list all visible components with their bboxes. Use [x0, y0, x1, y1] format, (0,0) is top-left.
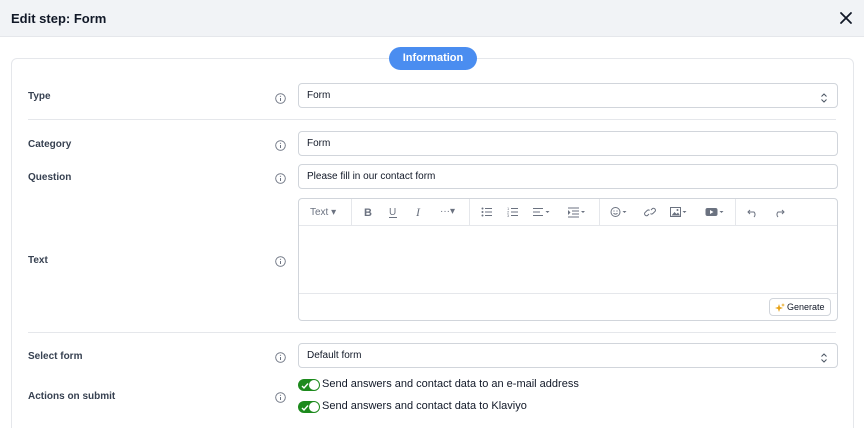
more-formatting-icon[interactable]: ···▾ — [440, 206, 455, 220]
editor-footer-divider — [299, 293, 837, 294]
info-icon[interactable] — [275, 254, 286, 267]
select-form-value: Default form — [307, 350, 362, 361]
redo-icon[interactable] — [773, 205, 785, 219]
category-label: Category — [28, 139, 72, 150]
info-icon[interactable] — [275, 390, 286, 403]
generate-button[interactable]: Generate — [769, 298, 831, 316]
info-icon[interactable] — [275, 91, 286, 104]
chevron-updown-icon — [820, 350, 828, 363]
actions-on-submit-label: Actions on submit — [28, 391, 116, 402]
category-input[interactable]: Form — [298, 131, 838, 156]
align-icon[interactable] — [533, 205, 551, 219]
check-icon — [301, 381, 309, 393]
svg-text:3: 3 — [507, 213, 510, 218]
klaviyo-action-toggle[interactable] — [298, 401, 320, 413]
undo-icon[interactable] — [747, 205, 759, 219]
info-icon[interactable] — [275, 350, 286, 363]
info-icon[interactable] — [275, 171, 286, 184]
question-input-value: Please fill in our contact form — [307, 171, 436, 182]
type-select-value: Form — [307, 90, 331, 101]
dialog-title: Edit step: Form — [11, 11, 107, 26]
info-icon[interactable] — [275, 138, 286, 151]
divider — [28, 119, 836, 120]
category-input-value: Form — [307, 138, 331, 149]
question-label: Question — [28, 172, 72, 183]
link-icon[interactable] — [644, 205, 656, 219]
bold-icon[interactable]: B — [363, 205, 373, 219]
toggle-knob — [309, 402, 319, 412]
email-action-label: Send answers and contact data to an e-ma… — [322, 378, 579, 390]
svg-text:U: U — [389, 207, 396, 218]
klaviyo-action-label: Send answers and contact data to Klaviyo — [322, 400, 527, 412]
text-style-dropdown[interactable]: Text ▾ — [310, 207, 336, 221]
type-label: Type — [28, 91, 51, 102]
divider — [28, 332, 836, 333]
chevron-updown-icon — [820, 90, 828, 103]
select-form-select[interactable]: Default form — [298, 343, 838, 368]
bulleted-list-icon[interactable] — [481, 205, 493, 219]
text-style-label: Text — [310, 207, 329, 218]
close-icon[interactable] — [836, 8, 856, 28]
toolbar-separator — [735, 199, 736, 226]
email-action-toggle[interactable] — [298, 379, 320, 391]
toolbar-separator — [351, 199, 352, 226]
type-select[interactable]: Form — [298, 83, 838, 108]
question-input[interactable]: Please fill in our contact form — [298, 164, 838, 189]
rich-text-editor[interactable]: Text ▾ B U I ···▾ 123 Generate — [298, 198, 838, 321]
select-form-label: Select form — [28, 351, 83, 362]
tab-information[interactable]: Information — [389, 47, 477, 70]
toggle-knob — [309, 380, 319, 390]
toolbar-separator — [599, 199, 600, 226]
indent-icon[interactable] — [568, 205, 586, 219]
svg-text:B: B — [364, 207, 372, 219]
check-icon — [301, 403, 309, 415]
image-icon[interactable] — [670, 205, 688, 219]
dialog-header: Edit step: Form — [0, 0, 864, 37]
underline-icon[interactable]: U — [388, 205, 398, 219]
svg-text:I: I — [415, 205, 421, 219]
sparkle-icon — [775, 302, 785, 318]
generate-label: Generate — [787, 302, 825, 312]
toolbar-separator — [469, 199, 470, 226]
editor-toolbar: Text ▾ B U I ···▾ 123 — [299, 199, 837, 226]
numbered-list-icon[interactable]: 123 — [507, 205, 519, 219]
text-label: Text — [28, 255, 48, 266]
emoji-icon[interactable] — [610, 205, 628, 219]
video-icon[interactable] — [705, 205, 725, 219]
italic-icon[interactable]: I — [414, 205, 424, 219]
